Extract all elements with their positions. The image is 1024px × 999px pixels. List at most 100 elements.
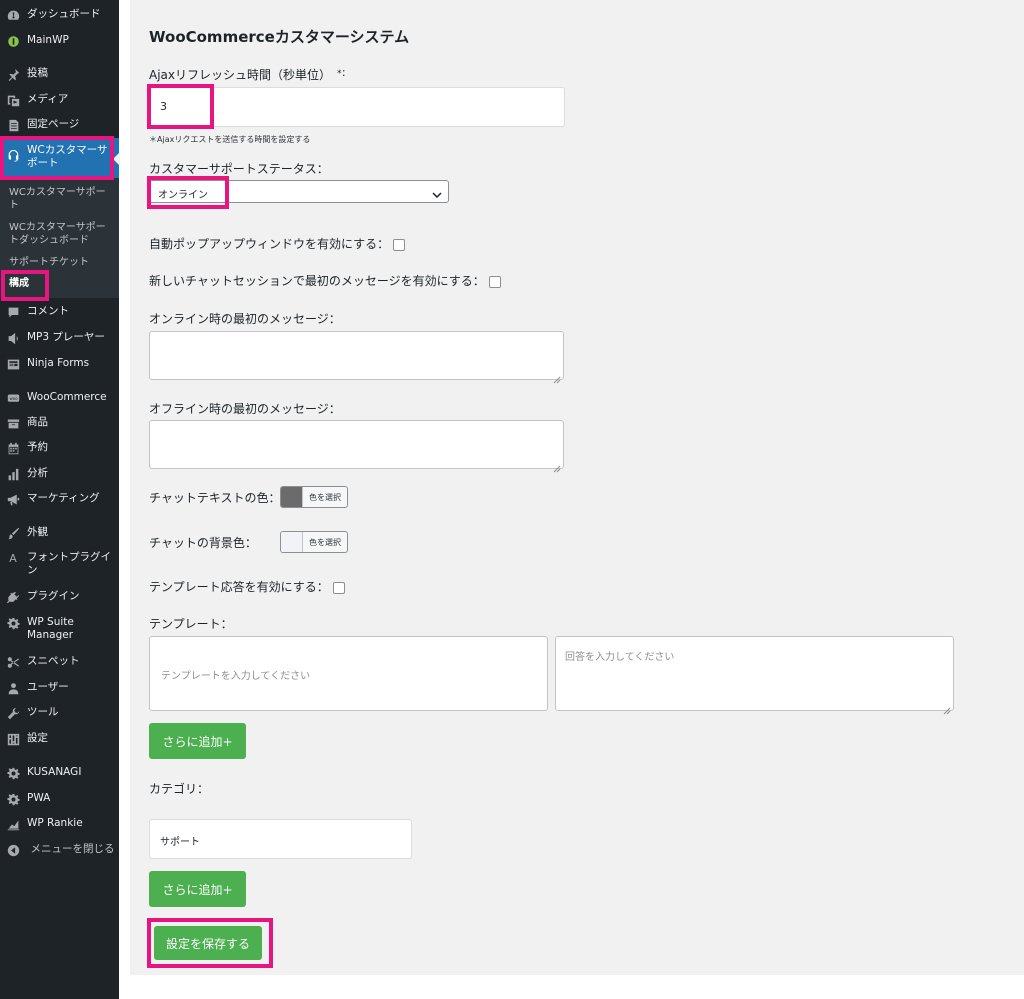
sidebar-item-bookings[interactable]: 予約 [0, 441, 119, 457]
online-message-textarea[interactable] [149, 331, 564, 384]
page-icon [6, 118, 20, 132]
required-mark: *： [337, 69, 351, 79]
support-status-label: カスタマーサポートステータス： [149, 162, 329, 176]
sidebar-item-woocommerce[interactable]: woo WooCommerce [0, 391, 119, 407]
color-button-label: 色を選択 [309, 537, 341, 547]
sidebar-item-wp-rankie[interactable]: WP Rankie [0, 817, 119, 833]
media-icon [6, 93, 20, 107]
svg-text:woo: woo [9, 396, 18, 401]
first-message-checkbox[interactable] [488, 275, 501, 288]
gear-icon [6, 792, 20, 806]
template-enable-checkbox[interactable] [332, 581, 345, 594]
dashboard-icon [6, 8, 20, 22]
collapse-icon [6, 843, 20, 857]
sidebar-item-settings[interactable]: 設定 [0, 732, 119, 748]
wrench-icon [6, 706, 20, 720]
font-icon: A [9, 551, 17, 565]
sidebar-item-pwa[interactable]: PWA [0, 792, 119, 808]
archive-icon [6, 416, 20, 430]
headset-icon [6, 148, 20, 162]
sidebar-item-wc-customer-support[interactable]: WCカスタマーサポート [0, 138, 119, 178]
submenu-item-support-dashboard[interactable]: WCカスタマーサポートダッシュボード [9, 221, 115, 247]
sidebar-item-appearance[interactable]: 外観 [0, 526, 119, 542]
ajax-refresh-input[interactable]: 3 [149, 87, 565, 127]
support-status-select[interactable]: オンライン [149, 180, 449, 203]
submenu-item-support-ticket[interactable]: サポートチケット [9, 256, 115, 269]
sidebar-item-analytics[interactable]: 分析 [0, 467, 119, 483]
page-title: WooCommerceカスタマーシステム [149, 28, 410, 46]
megaphone-icon [6, 492, 20, 506]
ajax-refresh-label-text: Ajaxリフレッシュ時間（秒単位） [149, 68, 331, 82]
chat-text-color-label: チャットテキストの色： [149, 491, 281, 505]
sidebar-item-mainwp[interactable]: MainWP [0, 34, 119, 50]
sidebar-item-plugins[interactable]: プラグイン [0, 590, 119, 606]
resize-grip-icon[interactable] [553, 369, 561, 384]
chat-bg-color-button[interactable]: 色を選択 [280, 531, 348, 553]
category-value: サポート [160, 837, 200, 848]
sidebar-item-snippets[interactable]: スニペット [0, 655, 119, 671]
template-enable-row: テンプレート応答を有効にする： [149, 578, 345, 595]
sidebar-item-mp3-player[interactable]: MP3 プレーヤー [0, 331, 119, 347]
sidebar-item-ninja-forms[interactable]: Ninja Forms [0, 357, 119, 373]
sidebar-item-dashboard[interactable]: ダッシュボード [0, 8, 119, 24]
gear-icon [6, 616, 20, 630]
offline-message-textarea[interactable] [149, 420, 564, 473]
add-template-button[interactable]: さらに追加+ [149, 723, 246, 759]
auto-popup-row: 自動ポップアップウィンドウを有効にする： [149, 235, 405, 252]
template-input[interactable]: テンプレートを入力してください [149, 636, 548, 711]
admin-sidebar: ダッシュボード MainWP 投稿 メディア 固定ページ WCカスタマーサポート… [0, 0, 120, 999]
template-enable-label: テンプレート応答を有効にする： [149, 580, 329, 594]
auto-popup-checkbox[interactable] [392, 238, 405, 251]
category-label: カテゴリ： [149, 782, 210, 796]
sidebar-item-wp-suite-manager[interactable]: WP Suite Manager [0, 616, 119, 646]
answer-textarea[interactable]: 回答を入力してください [555, 636, 954, 715]
sidebar-item-products[interactable]: 商品 [0, 416, 119, 432]
woo-icon: woo [6, 391, 20, 405]
color-button-label: 色を選択 [309, 492, 341, 502]
ajax-refresh-label: Ajaxリフレッシュ時間（秒単位） *： [149, 66, 351, 83]
template-label: テンプレート： [149, 617, 233, 631]
forms-icon [6, 357, 20, 371]
sidebar-item-users[interactable]: ユーザー [0, 681, 119, 697]
settings-panel: WooCommerceカスタマーシステム Ajaxリフレッシュ時間（秒単位） *：… [130, 0, 1024, 975]
color-swatch [281, 487, 303, 507]
mainwp-icon [6, 34, 20, 48]
sidebar-item-comments[interactable]: コメント [0, 305, 119, 321]
chat-text-color-button[interactable]: 色を選択 [280, 486, 348, 508]
first-message-row: 新しいチャットセッションで最初のメッセージを有効にする： [149, 272, 501, 289]
first-message-label: 新しいチャットセッションで最初のメッセージを有効にする： [149, 274, 485, 288]
active-menu-arrow [113, 152, 120, 166]
audio-icon [6, 331, 20, 345]
submenu-item-wc-customer-support[interactable]: WCカスタマーサポート [9, 186, 115, 212]
save-settings-button[interactable]: 設定を保存する [154, 926, 262, 960]
category-input[interactable]: サポート [149, 819, 412, 859]
add-category-button[interactable]: さらに追加+ [149, 871, 246, 907]
color-swatch [281, 532, 303, 552]
pin-icon [6, 67, 20, 81]
sidebar-item-pages[interactable]: 固定ページ [0, 118, 119, 134]
sidebar-item-marketing[interactable]: マーケティング [0, 492, 119, 508]
rank-chart-icon [6, 817, 20, 831]
sidebar-item-media[interactable]: メディア [0, 93, 119, 109]
sidebar-item-font-plugin[interactable]: A フォントプラグイン [0, 551, 119, 581]
calendar-icon [6, 441, 20, 455]
brush-icon [6, 526, 20, 540]
ajax-refresh-help: ＊Ajaxリクエストを送信する時間を設定する [149, 135, 311, 144]
support-status-value: オンライン [158, 190, 208, 201]
answer-placeholder: 回答を入力してください [565, 652, 675, 663]
sidebar-item-posts[interactable]: 投稿 [0, 67, 119, 83]
plugin-icon [6, 590, 20, 604]
ajax-refresh-value: 3 [160, 100, 167, 113]
offline-message-label: オフライン時の最初のメッセージ： [149, 402, 341, 416]
submenu-item-configuration[interactable]: 構成 [9, 277, 115, 290]
chevron-down-icon [432, 185, 442, 204]
resize-grip-icon[interactable] [553, 458, 561, 473]
sidebar-item-kusanagi[interactable]: KUSANAGI [0, 766, 119, 782]
scissors-icon [6, 655, 20, 669]
comment-icon [6, 305, 20, 319]
sidebar-collapse-menu[interactable]: メニューを閉じる [0, 843, 119, 875]
resize-grip-icon[interactable] [943, 700, 951, 715]
settings-icon [6, 732, 20, 746]
sidebar-item-tools[interactable]: ツール [0, 706, 119, 722]
auto-popup-label: 自動ポップアップウィンドウを有効にする： [149, 237, 390, 251]
